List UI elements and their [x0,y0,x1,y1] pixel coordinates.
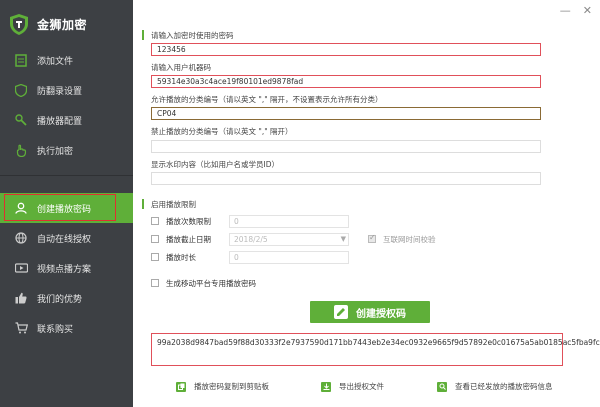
sidebar-item-contact-buy[interactable]: 联系购买 [0,313,133,343]
sidebar-item-create-password[interactable]: 创建播放密码 [0,193,133,223]
sidebar-item-advantages[interactable]: 我们的优势 [0,283,133,313]
sidebar-item-online-auth[interactable]: 自动在线授权 [0,223,133,253]
forbidden-category-input[interactable] [151,140,541,153]
sidebar-item-vod-solution[interactable]: 视频点播方案 [0,253,133,283]
play-duration-checkbox[interactable] [151,253,159,261]
play-count-label: 播放次数限制 [166,216,211,226]
app-title: 金狮加密 [37,17,88,32]
expiry-date-label: 播放截止日期 [166,234,211,244]
main-panel: 请输入加密时使用的密码 123456 请输入用户机器码 59314e30a3c4… [134,0,600,407]
sidebar-item-label: 执行加密 [37,146,74,157]
machine-code-input[interactable]: 59314e30a3c4ace19f80101ed9878fad [151,75,541,88]
create-button-label: 创建授权码 [356,308,406,320]
sidebar-item-label: 联系购买 [37,324,74,335]
video-icon [14,261,28,275]
sidebar-item-label: 防翻录设置 [37,86,83,97]
expiry-date-checkbox[interactable] [151,235,159,243]
watermark-input[interactable] [151,172,541,185]
create-auth-code-button[interactable]: 创建授权码 [310,301,430,323]
allowed-category-input[interactable]: CP04 [151,107,541,120]
allowed-category-label: 允许播放的分类编号（请以英文 "," 隔开，不设置表示允许所有分类） [151,95,383,104]
password-input[interactable]: 123456 [151,43,541,56]
copy-icon [176,381,186,392]
forbidden-category-label: 禁止播放的分类编号（请以英文 "," 隔开） [151,127,293,136]
sidebar-item-label: 视频点播方案 [37,264,92,275]
cart-icon [14,321,28,335]
copy-to-clipboard-link[interactable]: 播放密码复制到剪贴板 [176,381,269,392]
expiry-date-value: 2018/2/5 [234,235,268,244]
sidebar-item-execute-encrypt[interactable]: 执行加密 [0,135,133,165]
expiry-date-option[interactable]: 播放截止日期 [151,233,211,245]
view-link-label: 查看已经发放的播放密码信息 [455,382,553,391]
sidebar-item-add-file[interactable]: 添加文件 [0,45,133,75]
section-marker [142,30,144,40]
search-icon [437,381,447,392]
sidebar-item-label: 我们的优势 [37,294,83,305]
mobile-password-checkbox[interactable] [151,279,159,287]
play-duration-option[interactable]: 播放时长 [151,251,196,263]
limits-section-title: 启用播放限制 [151,200,196,209]
online-time-check-option[interactable]: 互联网时间校验 [368,233,436,245]
machine-code-label: 请输入用户机器码 [151,63,211,72]
selection-highlight [4,194,116,221]
online-time-label: 互联网时间校验 [383,234,436,244]
sidebar-item-label: 自动在线授权 [37,234,92,245]
sidebar-item-anti-record[interactable]: 防翻录设置 [0,75,133,105]
thumbs-up-icon [14,291,28,305]
play-count-input[interactable]: 0 [229,215,349,228]
sidebar: 金狮加密 添加文件 防翻录设置 播放器配置 执行加密 创建播放密码 自动在线授权… [0,0,133,407]
play-count-checkbox[interactable] [151,217,159,225]
sidebar-item-label: 添加文件 [37,56,74,67]
mobile-password-label: 生成移动平台专用播放密码 [166,278,256,288]
export-icon [321,381,331,392]
expiry-date-picker[interactable]: 2018/2/5 ▼ [229,233,349,246]
calendar-dropdown-icon[interactable]: ▼ [341,234,346,245]
export-auth-file-link[interactable]: 导出授权文件 [321,381,384,392]
sidebar-item-player-config[interactable]: 播放器配置 [0,105,133,135]
section-marker [142,199,144,209]
sidebar-item-label: 播放器配置 [37,116,83,127]
play-duration-label: 播放时长 [166,252,196,262]
auth-code-text: 99a2038d9847bad59f88d30333f2e7937590d171… [157,338,600,347]
watermark-label: 显示水印内容（比如用户名或学员ID） [151,160,279,169]
export-link-label: 导出授权文件 [339,382,384,391]
wrench-icon [14,113,28,127]
app-logo: 金狮加密 [10,12,87,36]
edit-icon [334,305,348,319]
shield-icon [14,83,28,97]
play-duration-input[interactable]: 0 [229,251,349,264]
auth-code-output[interactable]: 99a2038d9847bad59f88d30333f2e7937590d171… [151,333,600,366]
view-issued-passwords-link[interactable]: 查看已经发放的播放密码信息 [437,381,553,392]
online-time-checkbox[interactable] [368,233,376,243]
mobile-password-option[interactable]: 生成移动平台专用播放密码 [151,277,256,289]
globe-icon [14,231,28,245]
lion-shield-logo-icon [10,13,28,35]
password-label: 请输入加密时使用的密码 [151,31,234,40]
sidebar-divider [0,175,133,176]
play-count-option[interactable]: 播放次数限制 [151,215,211,227]
copy-link-label: 播放密码复制到剪贴板 [194,382,269,391]
file-icon [14,53,28,67]
hand-icon [14,143,28,157]
